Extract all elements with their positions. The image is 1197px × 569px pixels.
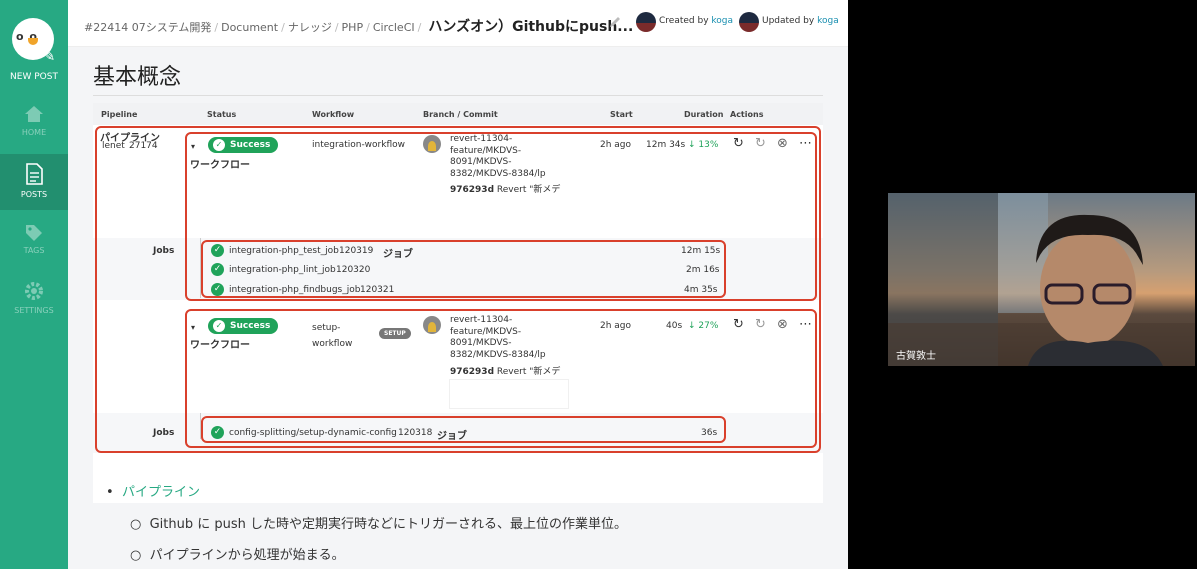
updated-user-link[interactable]: koga bbox=[817, 16, 839, 26]
sidebar-item-settings[interactable]: SETTINGS bbox=[0, 280, 68, 326]
sidebar-item-label: TAGS bbox=[23, 246, 45, 255]
table-header: Pipeline Status Workflow Branch / Commit… bbox=[93, 103, 823, 125]
avatar bbox=[636, 12, 656, 32]
sidebar-item-label: SETTINGS bbox=[14, 306, 54, 315]
webcam-video: 古賀敦士 bbox=[888, 193, 1195, 366]
sidebar-item-home[interactable]: HOME bbox=[0, 104, 68, 150]
jobs-box bbox=[201, 416, 726, 443]
bullet-main: • パイプライン bbox=[106, 485, 200, 500]
avatar bbox=[739, 12, 759, 32]
breadcrumb-item[interactable]: 07システム開発 bbox=[132, 21, 212, 34]
breadcrumb-item[interactable]: PHP bbox=[342, 21, 364, 34]
top-bar: #22414 07システム開発 / Document / ナレッジ / PHP / Circle… bbox=[68, 0, 848, 47]
sidebar-item-tags[interactable]: TAGS bbox=[0, 222, 68, 268]
created-by: Created by koga bbox=[659, 16, 734, 26]
updated-by: Updated by koga bbox=[762, 16, 839, 26]
sidebar-item-label: POSTS bbox=[20, 190, 48, 199]
bullet-sub: ○ Github に push した時や定期実行時などにトリガーされる、最上位の… bbox=[130, 517, 628, 532]
participant-name: 古賀敦士 bbox=[896, 351, 936, 362]
presenter-video-frame bbox=[888, 193, 1195, 366]
pencil-icon: ✎ bbox=[42, 46, 56, 65]
sidebar-item-label: HOME bbox=[21, 128, 47, 137]
gear-icon bbox=[25, 282, 43, 300]
section-heading: 基本概念 bbox=[93, 65, 182, 90]
created-user-link[interactable]: koga bbox=[711, 16, 733, 26]
sidebar-item-posts[interactable]: POSTS bbox=[0, 154, 76, 210]
jobs-box bbox=[201, 240, 726, 298]
sidebar: o o ✎ NEW POST HOME POSTS TAGS SETTINGS bbox=[0, 0, 76, 569]
home-icon bbox=[25, 106, 43, 122]
breadcrumb-id: #22414 bbox=[84, 21, 129, 34]
breadcrumb-item[interactable]: ナレッジ bbox=[288, 21, 332, 34]
tag-icon bbox=[26, 225, 42, 241]
main-content: 基本概念 Pipeline Status Workflow Branch / C… bbox=[68, 47, 848, 569]
breadcrumb: #22414 07システム開発 / Document / ナレッジ / PHP / Circle… bbox=[84, 19, 634, 35]
new-post-button[interactable]: NEW POST bbox=[0, 72, 68, 82]
document-icon bbox=[26, 163, 43, 185]
page-title: ハンズオン）Githubにpush... bbox=[428, 19, 634, 35]
edit-icon[interactable] bbox=[608, 15, 622, 29]
bullet-sub: ○ パイプラインから処理が始まる。 bbox=[130, 548, 345, 563]
breadcrumb-item[interactable]: Document bbox=[221, 21, 278, 34]
divider bbox=[93, 95, 823, 96]
breadcrumb-item[interactable]: CircleCI bbox=[373, 21, 415, 34]
pipeline-screenshot: Pipeline Status Workflow Branch / Commit… bbox=[93, 103, 823, 503]
